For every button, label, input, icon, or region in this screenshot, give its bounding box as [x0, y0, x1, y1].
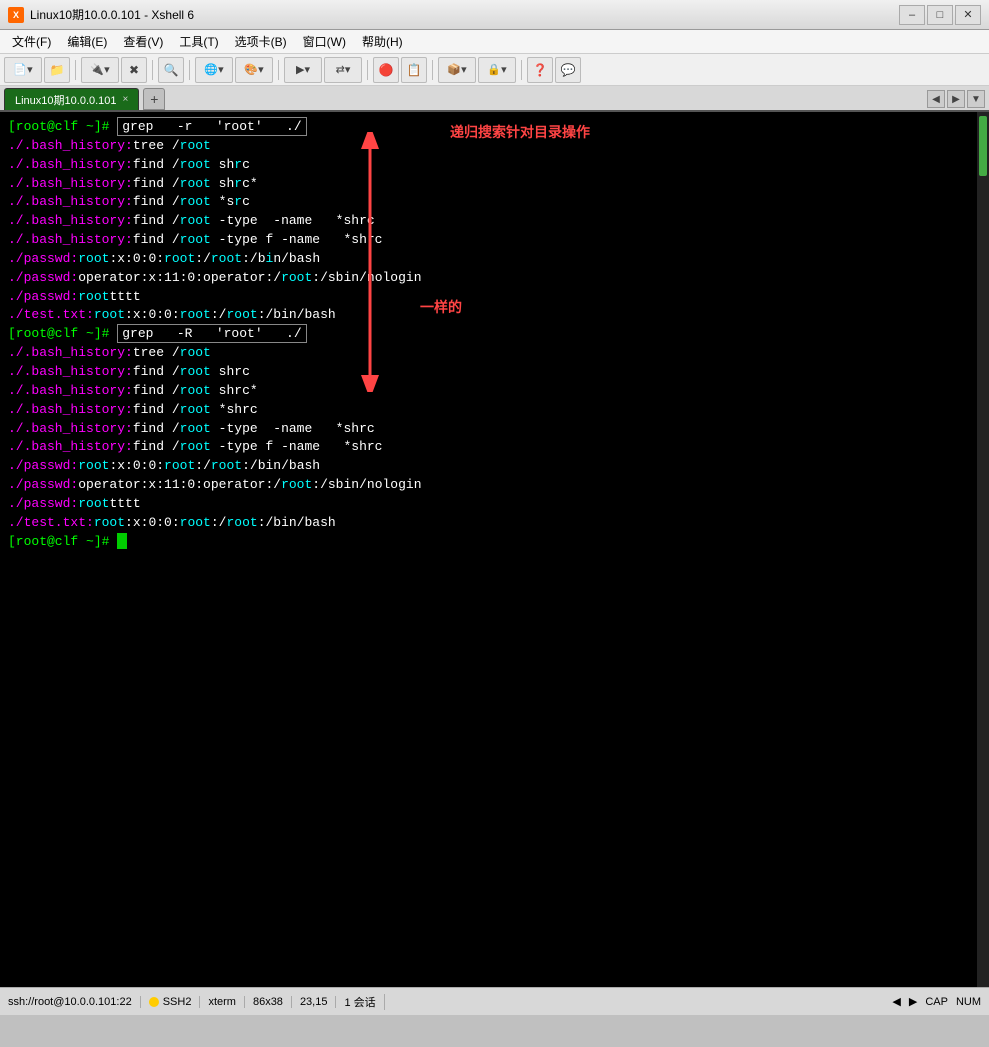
menu-file[interactable]: 文件(F)	[4, 31, 59, 52]
terminal-wrapper[interactable]: [root@clf ~]# grep -r 'root' ././.bash_h…	[0, 112, 977, 987]
status-size: 86x38	[253, 996, 292, 1008]
terminal-container: [root@clf ~]# grep -r 'root' ././.bash_h…	[0, 112, 989, 987]
toolbar-disconnect-btn[interactable]: ✖	[121, 57, 147, 83]
title-bar: X Linux10期10.0.0.101 - Xshell 6 – □ ✕	[0, 0, 989, 30]
toolbar-tunnel-btn[interactable]: 🔒▾	[478, 57, 516, 83]
terminal-line: ./passwd:operator:x:11:0:operator:/root:…	[8, 269, 969, 288]
app-icon: X	[8, 7, 24, 23]
menu-view[interactable]: 查看(V)	[115, 31, 171, 52]
terminal-line: [root@clf ~]# grep -r 'root' ./	[8, 118, 969, 137]
terminal-line: ./passwd:roottttt	[8, 495, 969, 514]
toolbar-chat-btn[interactable]: 💬	[555, 57, 581, 83]
menu-tabs[interactable]: 选项卡(B)	[227, 31, 295, 52]
maximize-button[interactable]: □	[927, 5, 953, 25]
close-button[interactable]: ✕	[955, 5, 981, 25]
terminal-line: ./passwd:roottttt	[8, 288, 969, 307]
menu-edit[interactable]: 编辑(E)	[59, 31, 115, 52]
terminal-line: ./.bash_history:tree /root	[8, 137, 969, 156]
terminal-line: ./.bash_history:find /root shrc*	[8, 382, 969, 401]
status-dot	[149, 997, 159, 1007]
toolbar-sftp-btn[interactable]: 📦▾	[438, 57, 476, 83]
toolbar-color-btn[interactable]: 🎨▾	[235, 57, 273, 83]
status-size-text: 86x38	[253, 996, 283, 1008]
status-term: xterm	[208, 996, 245, 1008]
terminal-line: ./.bash_history:find /root -type -name *…	[8, 420, 969, 439]
tab-bar: Linux10期10.0.0.101 × + ◀ ▶ ▼	[0, 86, 989, 112]
status-nav-left[interactable]: ◀	[892, 995, 900, 1008]
status-pos-text: 23,15	[300, 996, 328, 1008]
tab-navigation: ◀ ▶ ▼	[927, 90, 985, 110]
tab-close-btn[interactable]: ×	[123, 94, 129, 105]
status-sessions-text: 1 会话	[344, 994, 375, 1010]
status-nav-right[interactable]: ▶	[909, 995, 917, 1008]
status-term-text: xterm	[208, 996, 236, 1008]
status-bar: ssh://root@10.0.0.101:22 SSH2 xterm 86x3…	[0, 987, 989, 1015]
tab-linux10[interactable]: Linux10期10.0.0.101 ×	[4, 88, 139, 110]
menu-window[interactable]: 窗口(W)	[295, 31, 354, 52]
status-connection: ssh://root@10.0.0.101:22	[8, 996, 141, 1008]
terminal-line: ./.bash_history:find /root -type f -name…	[8, 231, 969, 250]
toolbar-open-btn[interactable]: 📁	[44, 57, 70, 83]
minimize-button[interactable]: –	[899, 5, 925, 25]
menu-help[interactable]: 帮助(H)	[354, 31, 411, 52]
terminal-line: ./.bash_history:find /root *src	[8, 193, 969, 212]
menu-tools[interactable]: 工具(T)	[171, 31, 226, 52]
terminal-line: ./.bash_history:find /root *shrc	[8, 401, 969, 420]
window-title: Linux10期10.0.0.101 - Xshell 6	[30, 6, 899, 23]
toolbar-paste-btn[interactable]: 📋	[401, 57, 427, 83]
terminal-line: ./.bash_history:find /root -type -name *…	[8, 212, 969, 231]
tab-new-btn[interactable]: +	[143, 88, 165, 110]
terminal-line: ./passwd:operator:x:11:0:operator:/root:…	[8, 476, 969, 495]
terminal-line: ./test.txt:root:x:0:0:root:/root:/bin/ba…	[8, 514, 969, 533]
status-protocol-text: SSH2	[163, 996, 192, 1008]
status-num: NUM	[956, 996, 981, 1008]
status-pos: 23,15	[300, 996, 337, 1008]
terminal[interactable]: [root@clf ~]# grep -r 'root' ././.bash_h…	[0, 112, 977, 557]
terminal-line: ./.bash_history:find /root shrc	[8, 363, 969, 382]
terminal-line: ./.bash_history:find /root -type f -name…	[8, 438, 969, 457]
terminal-line: ./passwd:root:x:0:0:root:/root:/bin/bash	[8, 457, 969, 476]
status-protocol: SSH2	[149, 996, 201, 1008]
toolbar-help-btn[interactable]: ❓	[527, 57, 553, 83]
toolbar-transfer-btn[interactable]: 🌐▾	[195, 57, 233, 83]
tab-nav-right[interactable]: ▶	[947, 90, 965, 108]
terminal-line: ./test.txt:root:x:0:0:root:/root:/bin/ba…	[8, 306, 969, 325]
scrollbar-thumb[interactable]	[979, 116, 987, 176]
terminal-line: [root@clf ~]#	[8, 533, 969, 552]
toolbar-script-btn[interactable]: ▶▾	[284, 57, 322, 83]
terminal-line: [root@clf ~]# grep -R 'root' ./	[8, 325, 969, 344]
tab-label: Linux10期10.0.0.101	[15, 92, 117, 108]
toolbar-xftp-btn[interactable]: ⇄▾	[324, 57, 362, 83]
tab-nav-left[interactable]: ◀	[927, 90, 945, 108]
toolbar-new-btn[interactable]: 📄▾	[4, 57, 42, 83]
terminal-line: ./passwd:root:x:0:0:root:/root:/bin/bash	[8, 250, 969, 269]
menu-bar: 文件(F) 编辑(E) 查看(V) 工具(T) 选项卡(B) 窗口(W) 帮助(…	[0, 30, 989, 54]
status-caps: CAP	[925, 996, 948, 1008]
status-right: ◀ ▶ CAP NUM	[892, 995, 981, 1008]
terminal-line: ./.bash_history:tree /root	[8, 344, 969, 363]
window-controls: – □ ✕	[899, 5, 981, 25]
status-sessions: 1 会话	[344, 994, 384, 1010]
toolbar-search-btn[interactable]: 🔍	[158, 57, 184, 83]
toolbar-connect-btn[interactable]: 🔌▾	[81, 57, 119, 83]
status-connection-text: ssh://root@10.0.0.101:22	[8, 996, 132, 1008]
toolbar-stop-btn[interactable]: 🔴	[373, 57, 399, 83]
toolbar: 📄▾ 📁 🔌▾ ✖ 🔍 🌐▾ 🎨▾ ▶▾ ⇄▾ 🔴 📋 📦▾ 🔒▾ ❓ 💬	[0, 54, 989, 86]
vertical-scrollbar[interactable]	[977, 112, 989, 987]
terminal-line: ./.bash_history:find /root shrc*	[8, 175, 969, 194]
tab-nav-menu[interactable]: ▼	[967, 90, 985, 108]
terminal-line: ./.bash_history:find /root shrc	[8, 156, 969, 175]
